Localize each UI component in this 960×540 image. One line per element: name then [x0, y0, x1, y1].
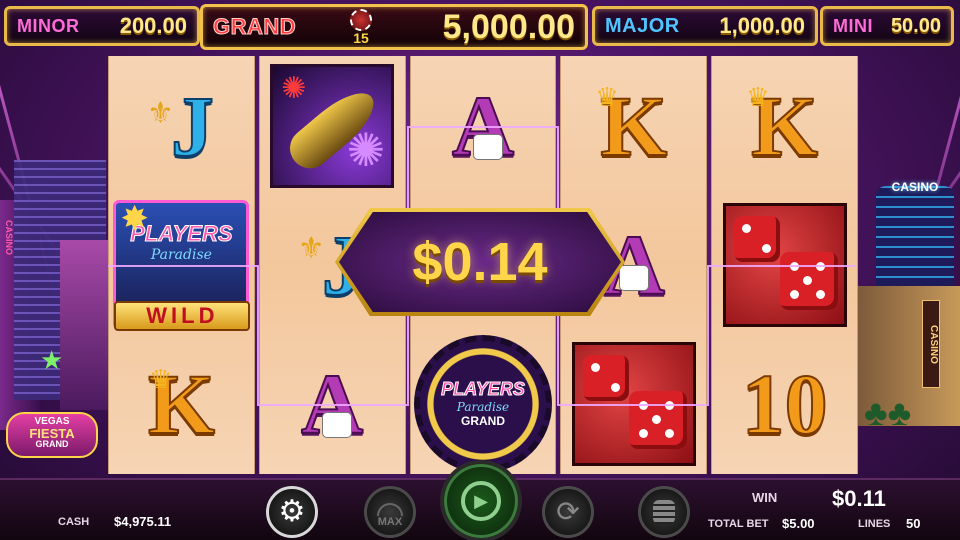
jackpot-mini: MINI 50.00: [820, 6, 954, 46]
jackpot-mini-value: 50.00: [890, 14, 941, 37]
grand-label: GRAND: [460, 413, 505, 428]
coin-stack-icon: [653, 500, 675, 524]
total-bet-value: $5.00: [782, 516, 815, 531]
grand-paradise-text: Paradise: [456, 399, 510, 414]
symbol-a: A: [411, 56, 556, 195]
jackpot-grand-badge: 15: [347, 9, 375, 47]
win-value: $0.11: [832, 486, 886, 511]
starburst-icon: ✸: [120, 199, 149, 238]
symbol-letter: J: [170, 77, 215, 174]
win-label: WIN: [752, 490, 778, 505]
jackpot-major: MAJOR 1,000.00: [592, 6, 818, 46]
jackpot-mini-label: MINI: [833, 15, 873, 36]
autoplay-icon: ⟳: [556, 496, 580, 527]
red-die-icon: [779, 251, 838, 310]
bet-button[interactable]: [638, 486, 690, 538]
lines-label: LINES: [858, 518, 891, 530]
chip-icon: [350, 9, 372, 31]
gear-icon: ⚙: [278, 495, 306, 528]
grand-players-text: PLAYERS: [441, 378, 526, 399]
max-bet-icon: [377, 502, 403, 516]
fleur-de-lis-icon: ⚜: [147, 97, 174, 130]
star-sign: ★: [40, 345, 64, 375]
symbol-champagne: ✺ ✺: [260, 56, 405, 195]
dice-icon: [321, 412, 352, 438]
symbol-10: 10: [712, 334, 857, 473]
left-casino-sign: CASINO: [4, 220, 14, 256]
jackpot-major-label: MAJOR: [605, 14, 680, 37]
jackpot-minor-label: MINOR: [17, 15, 80, 36]
crown-icon: ♛: [595, 82, 619, 112]
crown-icon: ♛: [149, 364, 173, 394]
jackpot-grand-label: GRAND: [212, 14, 297, 40]
wild-label: WILD: [114, 300, 251, 331]
symbol-wild: ✸ PLAYERS Paradise WILD: [109, 195, 254, 334]
cash-label: CASH: [58, 516, 90, 528]
symbol-a: A: [260, 334, 405, 473]
game-stage: CASINO ★ VEGAS FIESTA GRAND CASINO CASIN…: [0, 0, 960, 540]
jackpot-major-value: 1,000.00: [719, 13, 805, 38]
jackpot-grand-value: 5,000.00: [442, 7, 575, 46]
reel-5: ♛ K 10: [711, 56, 858, 474]
vegas-fiesta-grand-logo: VEGAS FIESTA GRAND: [6, 412, 98, 458]
jackpot-minor-value: 200.00: [119, 13, 187, 38]
spin-button[interactable]: ▶: [440, 460, 522, 540]
symbol-k: ♛ K: [561, 56, 706, 195]
red-die-icon: [582, 354, 629, 401]
reel-1: ⚜ J ✸ PLAYERS Paradise WILD ♛ K: [108, 56, 255, 474]
max-bet-button[interactable]: MAX: [364, 486, 416, 538]
right-casino-sign: CASINO: [891, 180, 939, 194]
left-tower-pink: [60, 240, 108, 410]
jackpot-grand: GRAND 15 5,000.00: [200, 4, 588, 50]
total-bet-label: TOTAL BET: [708, 518, 769, 530]
symbol-k: ♛ K: [109, 334, 254, 473]
jackpot-grand-badge-number: 15: [353, 30, 369, 46]
red-die-icon: [733, 215, 780, 262]
symbol-dice: [712, 195, 857, 334]
fireworks-icon: ✺: [281, 71, 307, 105]
fleur-de-lis-icon: ⚜: [297, 232, 325, 265]
jackpot-minor: MINOR 200.00: [4, 6, 200, 46]
symbol-j: ⚜ J: [109, 56, 254, 195]
lines-value: 50: [906, 516, 921, 531]
jackpot-bar: MINOR 200.00 GRAND 15 5,000.00 MAJOR 1,0…: [4, 4, 956, 52]
autoplay-button[interactable]: ⟳: [542, 486, 594, 538]
right-building-sign: CASINO: [922, 300, 940, 388]
win-popup-amount: $0.14: [412, 232, 548, 292]
cash-value: $4,975.11: [114, 514, 172, 529]
symbol-dice: [561, 334, 706, 473]
max-bet-label: MAX: [377, 515, 403, 528]
spin-icon: ▶: [461, 481, 501, 521]
settings-button[interactable]: ⚙: [266, 486, 318, 538]
palm-trees: ♣♣: [864, 392, 912, 433]
symbol-grand-chip: PLAYERS Paradise GRAND: [411, 334, 556, 473]
red-die-icon: [628, 390, 687, 449]
dice-icon: [472, 134, 503, 160]
symbol-k: ♛ K: [712, 56, 857, 195]
crown-icon: ♛: [746, 82, 770, 112]
symbol-letter: 10: [741, 355, 829, 452]
dice-icon: [619, 265, 650, 291]
wild-paradise-text: Paradise: [150, 246, 212, 263]
control-bar: CASH $4,975.11 ⚙ MAX ▶ ⟳ WIN $0.11 TOTAL…: [0, 460, 960, 540]
logo-text-grand: GRAND: [35, 439, 69, 449]
win-amount-popup: $0.14: [335, 208, 625, 316]
